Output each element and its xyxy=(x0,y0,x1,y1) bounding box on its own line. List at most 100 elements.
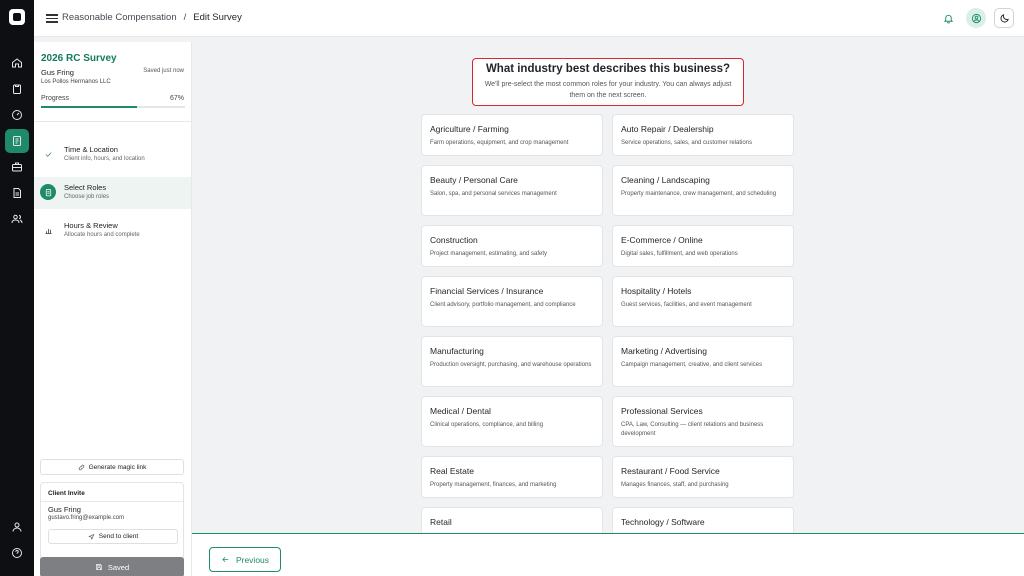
industry-card-description: Guest services, facilities, and event ma… xyxy=(621,302,752,308)
step-subtitle: Allocate hours and complete xyxy=(64,232,140,238)
step-select-roles[interactable]: Select Roles Choose job roles xyxy=(34,177,191,209)
dark-mode-icon[interactable] xyxy=(994,8,1014,28)
industry-card-description: Project management, estimating, and safe… xyxy=(430,251,548,257)
industry-card-title: Medical / Dental xyxy=(430,406,491,416)
industry-card-title: Real Estate xyxy=(430,466,474,476)
industry-card[interactable]: Financial Services / Insurance Client adv… xyxy=(421,276,603,327)
breadcrumb-separator: / xyxy=(183,12,187,23)
step-time-location[interactable]: Time & Location Client info, hours, and … xyxy=(34,139,191,171)
industry-card-description: CPA, Law, Consulting — client relations … xyxy=(621,422,764,437)
saved-button[interactable]: Saved xyxy=(40,557,184,576)
industry-card-description: Property management, finances, and marke… xyxy=(430,482,557,488)
magic-link-label: Generate magic link xyxy=(88,463,147,471)
send-icon xyxy=(88,533,95,540)
surveys-nav-icon[interactable] xyxy=(5,129,29,153)
profile-icon[interactable] xyxy=(5,515,29,539)
industry-card[interactable]: Agriculture / Farming Farm operations, eq… xyxy=(421,114,603,156)
industry-card-title: Technology / Software xyxy=(621,517,705,527)
gauge-icon[interactable] xyxy=(5,103,29,127)
industry-card-description: Digital sales, fulfillment, and web oper… xyxy=(621,251,738,257)
generate-magic-link-button[interactable]: Generate magic link xyxy=(40,459,184,475)
industry-card[interactable]: E-Commerce / Online Digital sales, fulfil… xyxy=(612,225,794,267)
bar-chart-icon xyxy=(40,222,56,238)
industry-card[interactable]: Real Estate Property management, finances… xyxy=(421,456,603,498)
main-content: What industry best describes this busine… xyxy=(192,37,1024,576)
question-subtitle: We'll pre-select the most common roles f… xyxy=(484,81,732,99)
industry-card[interactable]: Restaurant / Food Service Manages finance… xyxy=(612,456,794,498)
app-logo[interactable] xyxy=(9,9,25,25)
top-bar: Reasonable Compensation / Edit Survey xyxy=(34,0,1024,37)
progress-label: Progress xyxy=(41,95,70,102)
industry-card[interactable]: Construction Project management, estimati… xyxy=(421,225,603,267)
survey-sidebar: 2026 RC Survey Gus Fring Los Pollos Herm… xyxy=(34,42,192,576)
check-icon xyxy=(40,146,56,162)
industry-card-description: Salon, spa, and personal services manage… xyxy=(430,191,557,197)
industry-question: What industry best describes this busine… xyxy=(472,58,744,106)
progress-value: 67% xyxy=(169,95,184,102)
step-title: Time & Location xyxy=(64,145,118,154)
industry-card-title: Hospitality / Hotels xyxy=(621,286,692,296)
industry-card-description: Clinical operations, compliance, and bil… xyxy=(430,422,544,428)
industry-card-description: Campaign management, creative, and clien… xyxy=(621,362,763,368)
industry-card[interactable]: Manufacturing Production oversight, purch… xyxy=(421,336,603,387)
send-to-client-button[interactable]: Send to client xyxy=(48,529,178,544)
invite-title: Client Invite xyxy=(48,490,85,497)
industry-card[interactable]: Auto Repair / Dealership Service operatio… xyxy=(612,114,794,156)
industry-card-title: Retail xyxy=(430,517,452,527)
help-icon[interactable] xyxy=(5,541,29,565)
breadcrumb: Reasonable Compensation / Edit Survey xyxy=(62,12,242,23)
industry-card-title: Financial Services / Insurance xyxy=(430,286,544,296)
survey-header: 2026 RC Survey Gus Fring Los Pollos Herm… xyxy=(34,42,191,122)
save-icon xyxy=(96,564,102,570)
industry-card-description: Farm operations, equipment, and crop man… xyxy=(430,140,569,146)
breadcrumb-current: Edit Survey xyxy=(193,12,242,23)
invite-email: gustavo.fring@example.com xyxy=(48,515,125,521)
users-icon[interactable] xyxy=(5,207,29,231)
industry-card-title: Cleaning / Landscaping xyxy=(621,175,710,185)
industry-card[interactable]: Hospitality / Hotels Guest services, faci… xyxy=(612,276,794,327)
steps-list: Time & Location Client info, hours, and … xyxy=(34,139,191,247)
invite-name: Gus Fring xyxy=(48,505,81,514)
industry-card[interactable]: Cleaning / Landscaping Property maintenan… xyxy=(612,165,794,216)
industry-card-description: Property maintenance, crew management, a… xyxy=(621,191,777,197)
industry-card-title: Agriculture / Farming xyxy=(430,124,509,134)
industry-card-title: E-Commerce / Online xyxy=(621,235,703,245)
clipboard-nav-icon[interactable] xyxy=(5,77,29,101)
industry-card-title: Construction xyxy=(430,235,478,245)
industry-card-description: Service operations, sales, and customer … xyxy=(621,140,753,146)
previous-label: Previous xyxy=(235,554,270,565)
industry-card-description: Production oversight, purchasing, and wa… xyxy=(430,362,592,368)
industry-card[interactable]: Beauty / Personal Care Salon, spa, and pe… xyxy=(421,165,603,216)
industry-card-title: Auto Repair / Dealership xyxy=(621,124,714,134)
step-title: Select Roles xyxy=(64,183,107,192)
step-hours-review[interactable]: Hours & Review Allocate hours and comple… xyxy=(34,215,191,247)
menu-icon[interactable] xyxy=(46,12,58,24)
survey-person: Gus Fring xyxy=(41,68,74,77)
industry-card-title: Restaurant / Food Service xyxy=(621,466,720,476)
send-label: Send to client xyxy=(98,533,139,540)
app-rail xyxy=(0,0,34,576)
previous-button[interactable]: Previous xyxy=(209,547,281,572)
industry-card-description: Manages finances, staff, and purchasing xyxy=(621,482,729,488)
industry-card-description: Client advisory, portfolio management, a… xyxy=(430,302,576,308)
industry-card[interactable]: Professional Services CPA, Law, Consultin… xyxy=(612,396,794,447)
step-title: Hours & Review xyxy=(64,221,118,230)
industry-card[interactable]: Marketing / Advertising Campaign manageme… xyxy=(612,336,794,387)
breadcrumb-root[interactable]: Reasonable Compensation xyxy=(62,12,177,23)
step-subtitle: Choose job roles xyxy=(64,194,110,200)
arrow-left-icon xyxy=(222,556,229,563)
bell-icon[interactable] xyxy=(938,8,958,28)
progress-bar xyxy=(41,106,185,108)
document-icon[interactable] xyxy=(5,181,29,205)
link-icon xyxy=(78,464,84,470)
account-icon[interactable] xyxy=(966,8,986,28)
survey-title: 2026 RC Survey xyxy=(41,53,117,64)
clipboard-icon xyxy=(40,184,56,200)
step-subtitle: Client info, hours, and location xyxy=(64,156,145,162)
briefcase-icon[interactable] xyxy=(5,155,29,179)
survey-company: Los Pollos Hermanos LLC xyxy=(41,79,111,85)
home-icon[interactable] xyxy=(5,51,29,75)
industry-card-title: Beauty / Personal Care xyxy=(430,175,518,185)
saved-label: Saved xyxy=(107,562,130,572)
industry-card[interactable]: Medical / Dental Clinical operations, com… xyxy=(421,396,603,447)
